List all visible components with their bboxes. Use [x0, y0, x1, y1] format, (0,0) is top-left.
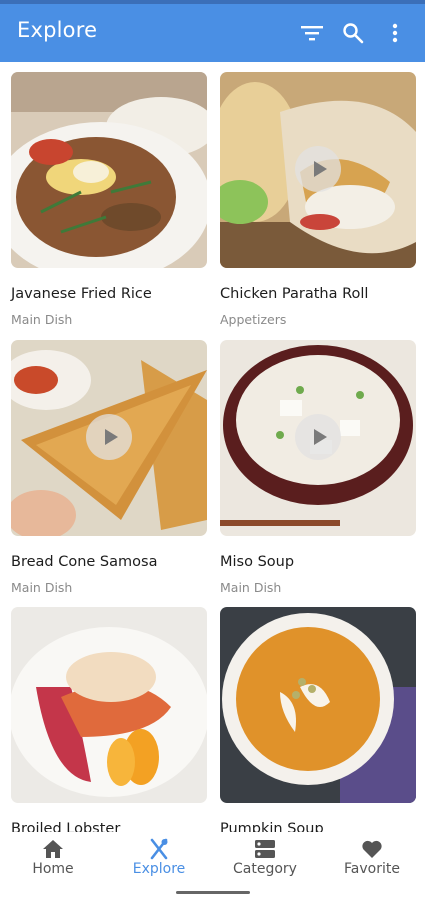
nav-label-home: Home — [32, 861, 74, 877]
recipe-image — [220, 607, 416, 803]
heart-icon — [360, 837, 384, 861]
play-icon — [104, 429, 118, 445]
filter-icon[interactable] — [300, 21, 324, 45]
home-icon — [41, 837, 65, 861]
nav-item-explore[interactable]: Explore — [106, 832, 212, 882]
nav-item-category[interactable]: Category — [212, 832, 318, 882]
play-button[interactable] — [86, 414, 132, 460]
nav-label-favorite: Favorite — [344, 861, 400, 877]
recipe-name: Javanese Fried Rice — [11, 286, 152, 302]
recipe-category: Main Dish — [11, 312, 73, 327]
more-vert-icon[interactable] — [383, 21, 407, 45]
search-icon[interactable] — [341, 21, 365, 45]
recipe-image — [11, 607, 207, 803]
recipe-category: Main Dish — [220, 580, 282, 595]
recipe-grid: Javanese Fried Rice Main Dish Chicken Pa… — [0, 62, 425, 832]
nav-item-home[interactable]: Home — [0, 832, 106, 882]
nav-item-favorite[interactable]: Favorite — [319, 832, 425, 882]
play-button[interactable] — [295, 146, 341, 192]
recipe-category: Appetizers — [220, 312, 287, 327]
recipe-category: Main Dish — [11, 580, 73, 595]
nav-label-category: Category — [233, 861, 297, 877]
recipe-name: Bread Cone Samosa — [11, 554, 158, 570]
bottom-navigation: Home Explore Category Favorite — [0, 832, 425, 900]
play-button[interactable] — [295, 414, 341, 460]
page-title: Explore — [17, 18, 98, 42]
recipe-name: Miso Soup — [220, 554, 295, 570]
play-icon — [313, 161, 327, 177]
utensils-icon — [147, 837, 171, 861]
home-indicator — [176, 891, 250, 894]
recipe-name: Broiled Lobster — [11, 821, 121, 832]
app-bar: Explore — [0, 0, 425, 62]
recipe-name: Chicken Paratha Roll — [220, 286, 369, 302]
recipe-name: Pumpkin Soup — [220, 821, 324, 832]
nav-label-explore: Explore — [132, 861, 186, 877]
recipe-image — [11, 72, 207, 268]
category-icon — [253, 837, 277, 861]
play-icon — [313, 429, 327, 445]
